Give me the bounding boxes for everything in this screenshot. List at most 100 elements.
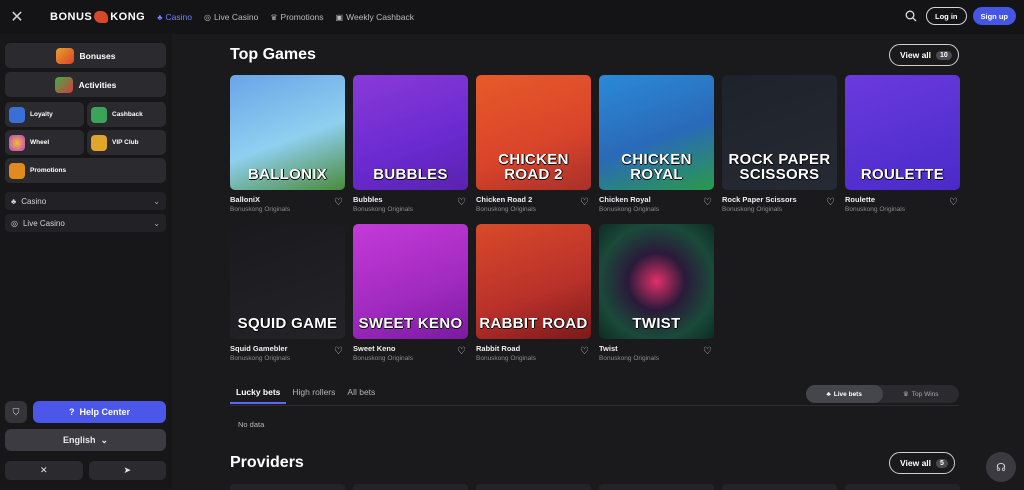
bets-mode-toggle: ♣ Live bets ♛ Top Wins <box>806 385 959 403</box>
logo[interactable]: BONUS KONG <box>50 11 145 23</box>
provider-card[interactable] <box>845 484 960 490</box>
game-thumbnail[interactable]: CHICKEN ROAD 2 <box>476 75 591 190</box>
provider-card[interactable] <box>599 484 714 490</box>
question-icon: ? <box>68 407 75 417</box>
provider-card[interactable] <box>353 484 468 490</box>
game-thumbnail[interactable]: ROCK PAPER SCISSORS <box>722 75 837 190</box>
nav-weekly-cashback[interactable]: ▣ Weekly Cashback <box>336 12 414 22</box>
game-art-title: ROULETTE <box>860 166 945 183</box>
game-name[interactable]: Bubbles <box>353 195 468 204</box>
heart-icon[interactable]: ♡ <box>334 346 343 357</box>
game-art-title: SQUID GAME <box>237 315 338 332</box>
sidebar-item-loyalty[interactable]: Loyalty <box>5 102 84 127</box>
sidebar-item-label: Promotions <box>30 167 67 174</box>
provider-card[interactable] <box>722 484 837 490</box>
game-name[interactable]: Roulette <box>845 195 960 204</box>
game-art-title: SWEET KENO <box>358 315 463 332</box>
nav-casino[interactable]: ♣ Casino <box>157 12 192 22</box>
top-bar: ✕ BONUS KONG ♣ Casino ◎ Live Casino ♛ Pr… <box>0 0 1024 34</box>
heart-icon[interactable]: ♡ <box>580 197 589 208</box>
game-art-title: ROCK PAPER SCISSORS <box>728 151 831 183</box>
game-card[interactable]: BALLONIX BalloniX Bonuskong Originals ♡ <box>230 75 345 213</box>
provider-card[interactable] <box>230 484 345 490</box>
top-wins-toggle[interactable]: ♛ Top Wins <box>883 385 960 403</box>
top-games-title: Top Games <box>230 46 316 63</box>
game-card[interactable]: ROULETTE Roulette Bonuskong Originals ♡ <box>845 75 960 213</box>
game-name[interactable]: Rock Paper Scissors <box>722 195 837 204</box>
game-thumbnail[interactable]: ROULETTE <box>845 75 960 190</box>
game-card[interactable]: TWIST Twist Bonuskong Originals ♡ <box>599 224 714 362</box>
game-name[interactable]: Chicken Road 2 <box>476 195 591 204</box>
logo-text-right: KONG <box>110 11 146 23</box>
game-card[interactable]: SQUID GAME Squid Gamebler Bonuskong Origin… <box>230 224 345 362</box>
language-selector[interactable]: English ⌄ <box>5 429 166 451</box>
wheel-icon <box>9 134 25 151</box>
game-thumbnail[interactable]: SWEET KENO <box>353 224 468 339</box>
game-card[interactable]: CHICKEN ROYAL Chicken Royal Bonuskong Orig… <box>599 75 714 213</box>
heart-icon[interactable]: ♡ <box>580 346 589 357</box>
game-thumbnail[interactable]: RABBIT ROAD <box>476 224 591 339</box>
game-name[interactable]: BalloniX <box>230 195 345 204</box>
sidebar-dropdown-casino[interactable]: ♣ Casino ⌄ <box>5 192 166 210</box>
logo-text-left: BONUS <box>50 11 93 23</box>
sidebar-item-activities[interactable]: Activities <box>5 72 166 97</box>
chevron-down-icon: ⌄ <box>100 434 109 445</box>
nav-live-casino[interactable]: ◎ Live Casino <box>204 12 258 22</box>
sidebar-item-vip-club[interactable]: VIP Club <box>87 130 166 155</box>
signup-button[interactable]: Sign up <box>972 7 1016 25</box>
game-thumbnail[interactable]: CHICKEN ROYAL <box>599 75 714 190</box>
support-chat-button[interactable]: ☊ <box>986 452 1016 482</box>
providers-view-all-button[interactable]: View all 5 <box>889 452 955 474</box>
main-nav: ♣ Casino ◎ Live Casino ♛ Promotions ▣ We… <box>157 12 414 22</box>
sidebar-item-cashback[interactable]: Cashback <box>87 102 166 127</box>
game-card[interactable]: RABBIT ROAD Rabbit Road Bonuskong Original… <box>476 224 591 362</box>
help-center-button[interactable]: ? Help Center <box>33 401 166 423</box>
sidebar-dropdown-live-casino[interactable]: ◎ Live Casino ⌄ <box>5 214 166 232</box>
tab-lucky-bets[interactable]: Lucky bets <box>230 387 287 404</box>
sidebar-item-wheel[interactable]: Wheel <box>5 130 84 155</box>
game-name[interactable]: Rabbit Road <box>476 344 591 353</box>
game-thumbnail[interactable]: BUBBLES <box>353 75 468 190</box>
login-button[interactable]: Log in <box>926 7 967 25</box>
sidebar-item-label: VIP Club <box>112 139 139 146</box>
game-card[interactable]: SWEET KENO Sweet Keno Bonuskong Originals ♡ <box>353 224 468 362</box>
game-thumbnail[interactable]: SQUID GAME <box>230 224 345 339</box>
game-name[interactable]: Twist <box>599 344 714 353</box>
game-card[interactable]: ROCK PAPER SCISSORS Rock Paper Scissors Bo… <box>722 75 837 213</box>
search-button[interactable] <box>902 7 920 25</box>
nav-promotions[interactable]: ♛ Promotions <box>270 12 323 22</box>
game-thumbnail[interactable]: TWIST <box>599 224 714 339</box>
close-icon[interactable]: ✕ <box>0 0 34 34</box>
heart-icon[interactable]: ♡ <box>949 197 958 208</box>
game-card[interactable]: BUBBLES Bubbles Bonuskong Originals ♡ <box>353 75 468 213</box>
heart-icon[interactable]: ♡ <box>826 197 835 208</box>
tab-all-bets[interactable]: All bets <box>341 387 381 404</box>
tab-high-rollers[interactable]: High rollers <box>286 387 341 404</box>
heart-icon[interactable]: ♡ <box>703 346 712 357</box>
game-name[interactable]: Squid Gamebler <box>230 344 345 353</box>
target-icon <box>54 76 73 93</box>
top-wins-label: Top Wins <box>911 390 939 398</box>
game-thumbnail[interactable]: BALLONIX <box>230 75 345 190</box>
heart-icon[interactable]: ♡ <box>703 197 712 208</box>
heart-icon[interactable]: ♡ <box>334 197 343 208</box>
social-links: ✕ ➤ <box>5 461 166 480</box>
telegram-button[interactable]: ➤ <box>88 461 166 480</box>
game-provider: Bonuskong Originals <box>353 206 413 213</box>
heart-icon[interactable]: ♡ <box>457 197 466 208</box>
top-games-view-all-button[interactable]: View all 10 <box>889 44 959 66</box>
game-name[interactable]: Chicken Royal <box>599 195 714 204</box>
sidebar-item-promotions[interactable]: Promotions <box>5 158 166 183</box>
game-name[interactable]: Sweet Keno <box>353 344 468 353</box>
heart-icon[interactable]: ♡ <box>457 346 466 357</box>
provider-card[interactable] <box>476 484 591 490</box>
search-icon <box>905 10 917 22</box>
game-provider: Bonuskong Originals <box>476 355 536 362</box>
game-card[interactable]: CHICKEN ROAD 2 Chicken Road 2 Bonuskong Or… <box>476 75 591 213</box>
sidebar-item-bonuses[interactable]: Bonuses <box>5 43 166 68</box>
main-content: Top Games View all 10 BALLONIX BalloniX Bo… <box>172 34 1024 490</box>
bridge-button[interactable]: ⛉ <box>5 401 27 423</box>
x-twitter-button[interactable]: ✕ <box>5 461 83 480</box>
bets-tabs: Lucky bets High rollers All bets <box>230 387 381 404</box>
live-bets-toggle[interactable]: ♣ Live bets <box>806 385 883 403</box>
